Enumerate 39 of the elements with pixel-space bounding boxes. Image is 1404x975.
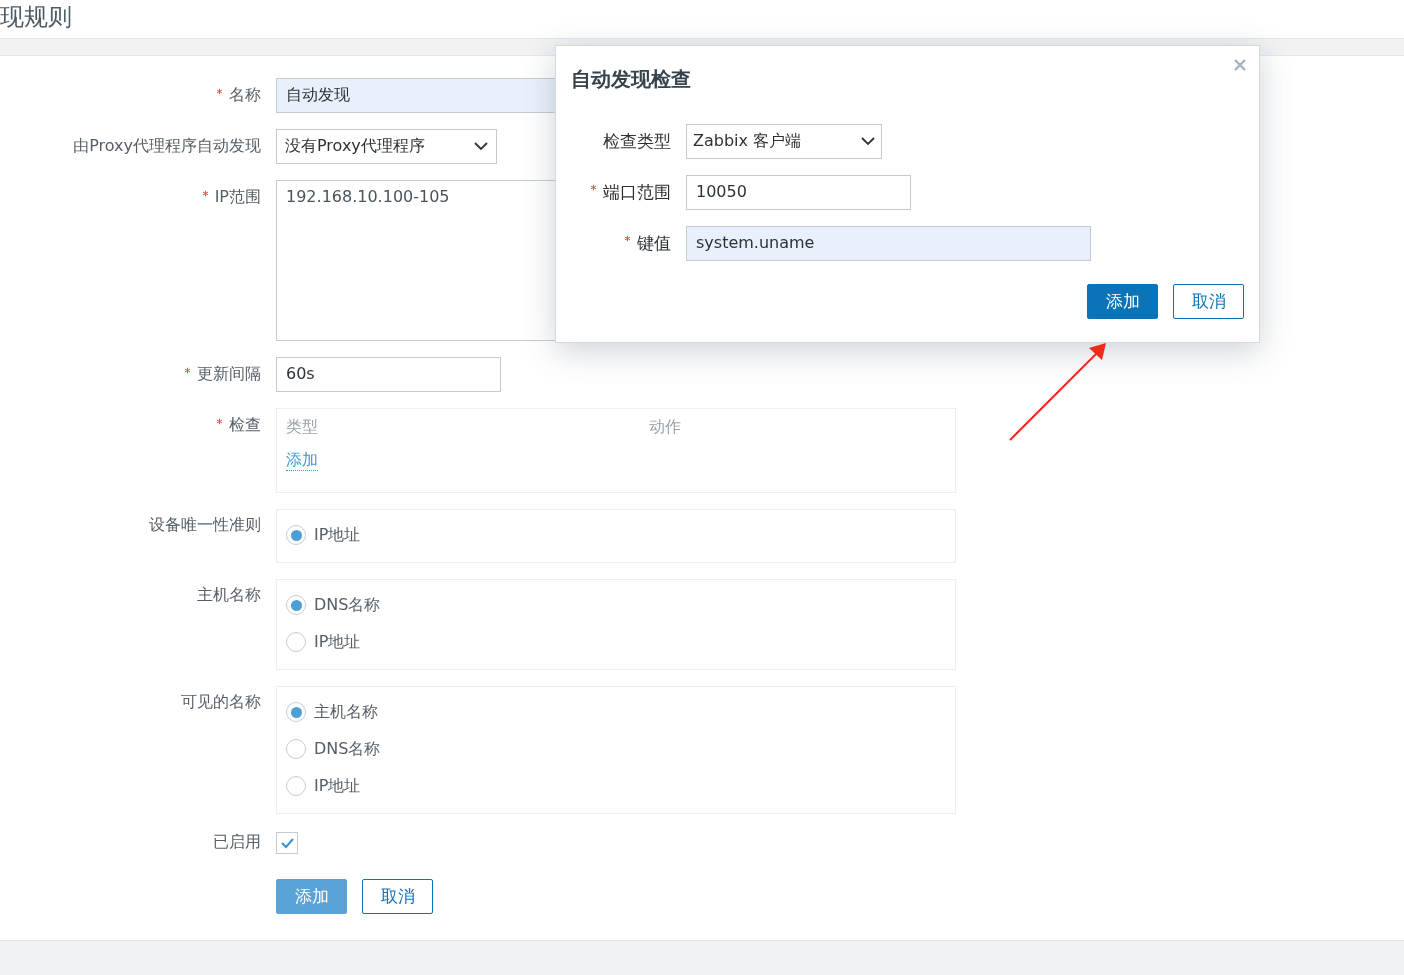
text-field[interactable]: 10050 [686, 175, 911, 210]
text-field[interactable]: system.uname [686, 226, 1091, 261]
radio-button[interactable] [286, 595, 306, 615]
field-label: 名称 [229, 85, 261, 104]
field-label: 键值 [637, 233, 671, 253]
radio-button[interactable] [286, 776, 306, 796]
radio-label: IP地址 [314, 524, 361, 546]
radio-button[interactable] [286, 702, 306, 722]
column-header: 类型 [286, 417, 319, 438]
select-dropdown[interactable]: 没有Proxy代理程序 [276, 129, 497, 164]
field-label: 可见的名称 [181, 692, 261, 711]
field-label: 主机名称 [197, 585, 261, 604]
radio-label: IP地址 [314, 775, 361, 797]
chevron-down-icon [474, 142, 488, 151]
field-label: 端口范围 [603, 182, 671, 202]
radio-label: IP地址 [314, 631, 361, 653]
field-label: 检查类型 [603, 131, 671, 151]
radio-label: 主机名称 [314, 701, 378, 723]
field-label: 已启用 [213, 832, 261, 851]
cancel-button[interactable]: 取消 [1173, 284, 1244, 319]
chevron-down-icon [861, 137, 875, 146]
checkbox[interactable] [276, 832, 298, 854]
radio-label: DNS名称 [314, 738, 381, 760]
field-label: 检查 [229, 415, 261, 434]
radio-button[interactable] [286, 632, 306, 652]
close-icon[interactable] [1233, 58, 1247, 72]
page-title: 现规则 [0, 2, 73, 33]
cancel-button[interactable]: 取消 [362, 879, 433, 914]
field-label: 由Proxy代理程序自动发现 [73, 136, 261, 155]
radio-label: DNS名称 [314, 594, 381, 616]
field-label: IP范围 [214, 187, 261, 206]
add-button[interactable]: 添加 [1087, 284, 1158, 319]
field-label: 设备唯一性准则 [149, 515, 261, 534]
text-field[interactable]: 60s [276, 357, 501, 392]
field-label: 更新间隔 [197, 364, 261, 383]
column-header: 动作 [649, 417, 681, 438]
radio-button[interactable] [286, 739, 306, 759]
select-dropdown[interactable]: Zabbix 客户端 [686, 124, 882, 159]
radio-button[interactable] [286, 525, 306, 545]
